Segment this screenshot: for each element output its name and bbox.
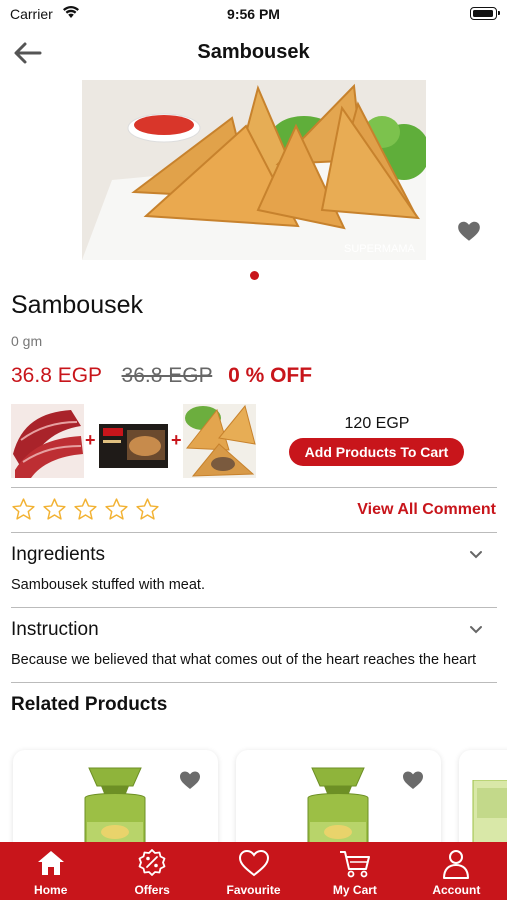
instruction-title[interactable]: Instruction <box>11 619 99 641</box>
divider <box>11 532 497 533</box>
current-price: 36.8 EGP <box>11 364 102 387</box>
tab-label: Favourite <box>226 883 281 897</box>
ingredients-title[interactable]: Ingredients <box>11 544 105 566</box>
bread-bag-image <box>84 767 146 842</box>
status-bar: Carrier 9:56 PM <box>0 0 507 28</box>
bundle-item-basterma[interactable] <box>11 404 84 478</box>
product-name: Sambousek <box>11 291 144 319</box>
tab-favourite[interactable]: Favourite <box>203 842 304 900</box>
clock: 9:56 PM <box>227 6 280 22</box>
chevron-down-icon[interactable] <box>468 624 484 636</box>
star-icon[interactable] <box>135 497 160 522</box>
plus-icon: + <box>85 430 96 450</box>
tab-label: Offers <box>134 883 170 897</box>
view-all-comments-link[interactable]: View All Comment <box>357 501 496 519</box>
back-arrow-icon[interactable] <box>12 40 44 66</box>
bundle-products: + + <box>11 402 257 478</box>
tab-label: My Cart <box>332 883 377 897</box>
gallery-page-indicator <box>250 271 259 280</box>
battery-icon <box>470 7 500 20</box>
tab-offers[interactable]: Offers <box>101 842 202 900</box>
cart-icon <box>339 851 370 878</box>
related-product-card[interactable] <box>459 750 507 842</box>
favourite-heart-icon[interactable] <box>401 768 425 792</box>
chevron-down-icon[interactable] <box>468 549 484 561</box>
star-icon[interactable] <box>11 497 36 522</box>
favourite-heart-icon[interactable] <box>178 768 202 792</box>
related-products-title: Related Products <box>11 694 168 715</box>
home-icon <box>37 851 64 875</box>
tab-my-cart[interactable]: My Cart <box>304 842 405 900</box>
offers-badge-icon <box>138 849 166 876</box>
old-price: 36.8 EGP <box>121 364 213 387</box>
discount-badge: 0 % OFF <box>228 364 313 387</box>
product-image[interactable]: SUPERMAMA <box>82 80 426 260</box>
bundle-item-burger[interactable] <box>97 404 170 478</box>
add-products-to-cart-button[interactable]: Add Products To Cart <box>289 438 464 466</box>
star-icon[interactable] <box>73 497 98 522</box>
bundle-item-sambousek[interactable] <box>183 404 256 478</box>
user-icon <box>443 850 470 879</box>
product-weight: 0 gm <box>11 333 43 349</box>
bundle-price: 120 EGP <box>344 415 410 432</box>
tab-label: Home <box>34 883 68 897</box>
plus-icon: + <box>171 430 182 450</box>
tab-account[interactable]: Account <box>406 842 507 900</box>
tab-label: Account <box>432 883 481 897</box>
divider <box>11 487 497 488</box>
image-watermark: SUPERMAMA <box>344 243 416 255</box>
sambousek-photo: SUPERMAMA <box>82 80 426 260</box>
bread-bag-image <box>307 767 369 842</box>
star-icon[interactable] <box>42 497 67 522</box>
page-title: Sambousek <box>197 41 310 63</box>
tab-home[interactable]: Home <box>0 842 101 900</box>
related-product-card[interactable] <box>13 750 218 842</box>
heart-outline-icon <box>238 849 269 877</box>
divider <box>11 607 497 608</box>
favourite-heart-icon[interactable] <box>456 218 482 244</box>
bottom-tab-bar: Home Offers Favourite My Cart Account <box>0 842 507 900</box>
nav-header: Sambousek <box>0 30 507 74</box>
related-product-card[interactable] <box>236 750 441 842</box>
star-icon[interactable] <box>104 497 129 522</box>
rating-stars <box>11 497 160 522</box>
price-row: 36.8 EGP 36.8 EGP 0 % OFF <box>11 364 312 388</box>
ingredients-text: Sambousek stuffed with meat. <box>11 577 205 593</box>
instruction-text: Because we believed that what comes out … <box>11 652 477 668</box>
divider <box>11 682 497 683</box>
related-products-carousel[interactable] <box>0 738 507 842</box>
product-box-image <box>472 780 507 842</box>
